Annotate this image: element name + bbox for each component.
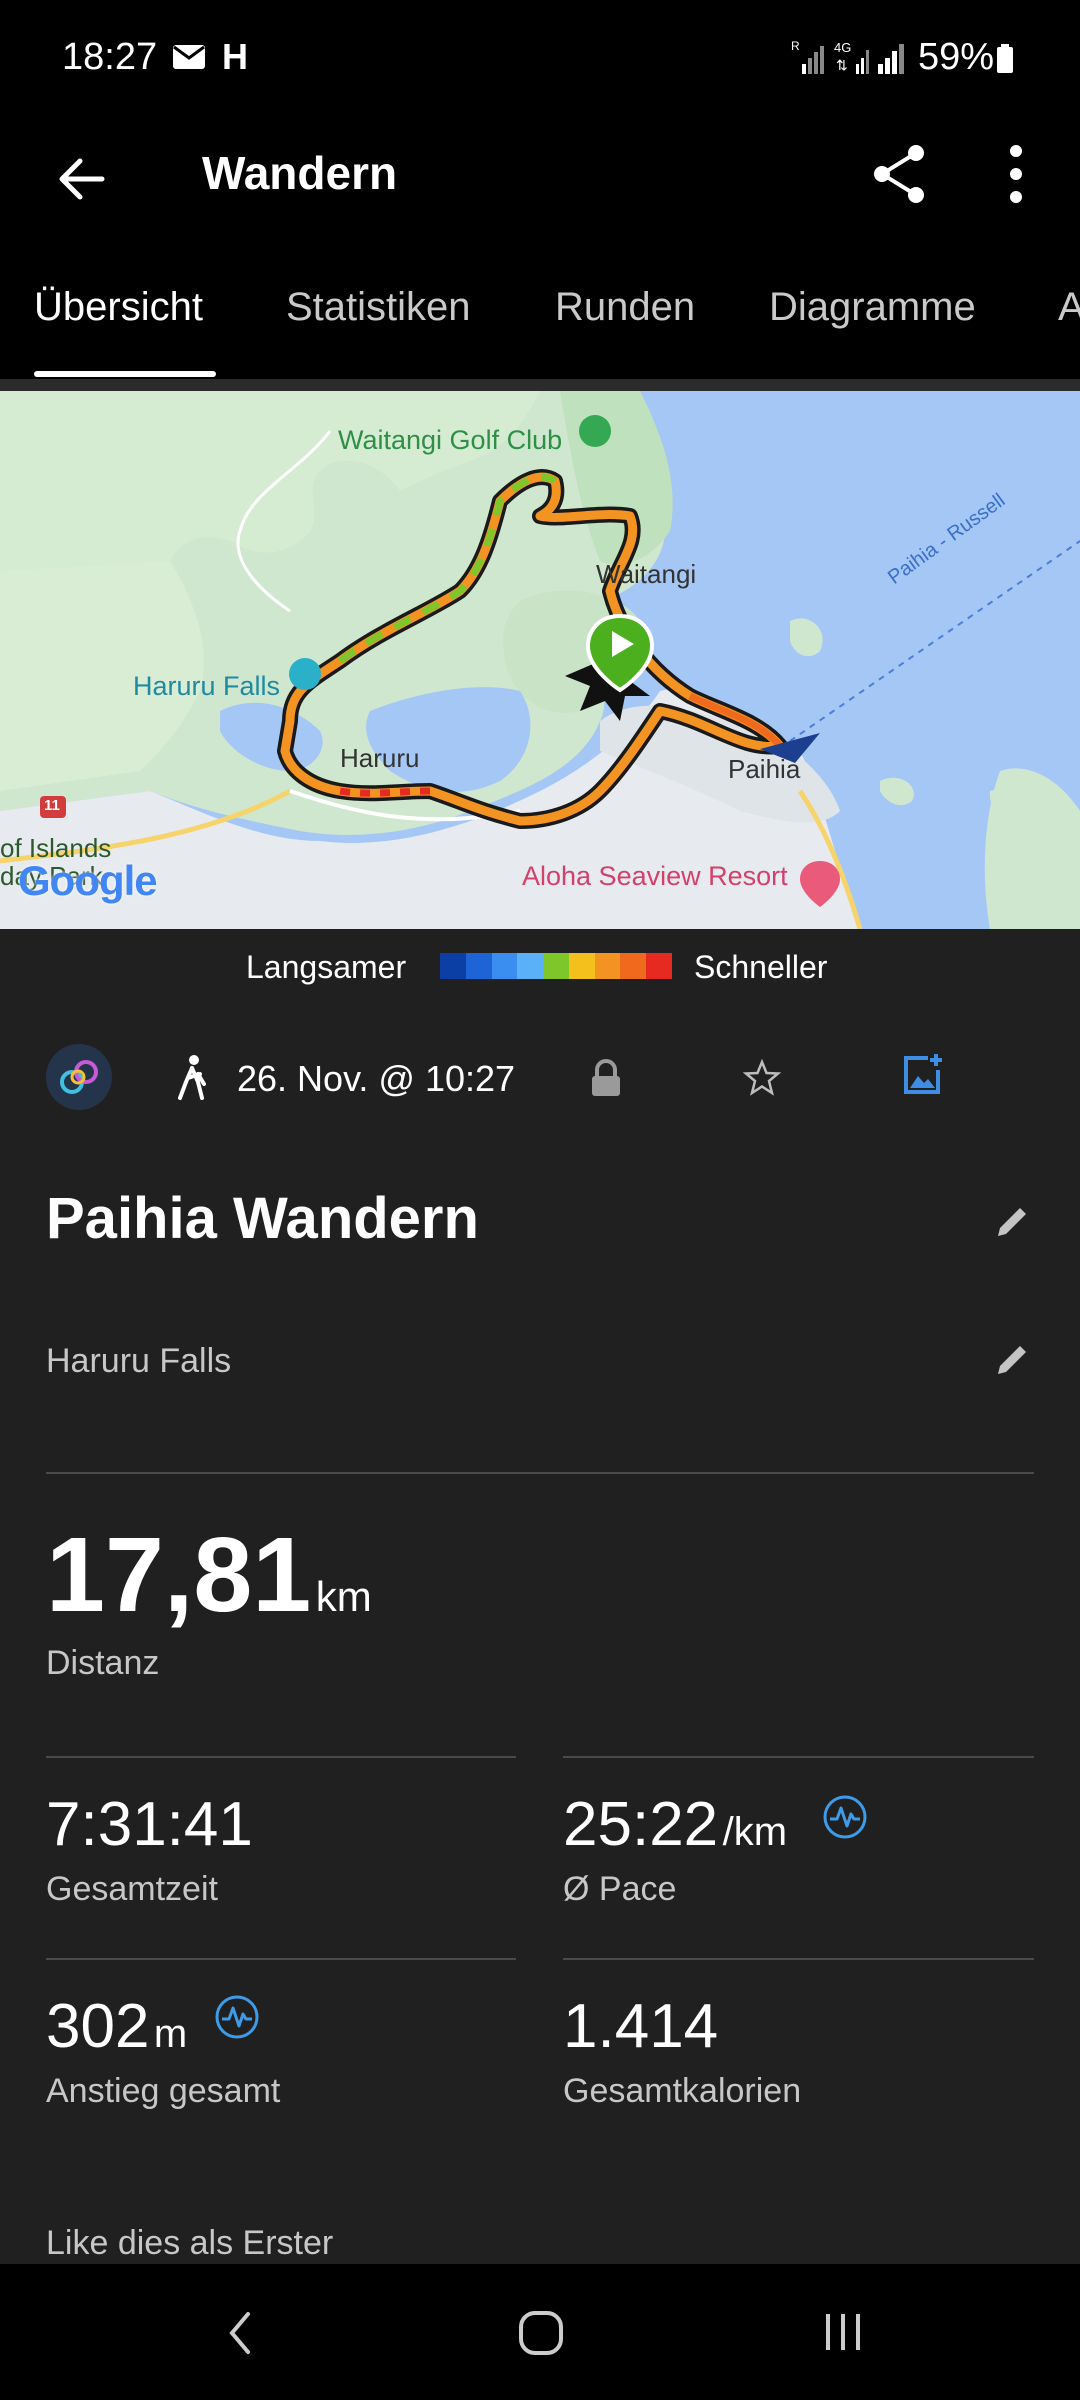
legend-swatch xyxy=(465,953,492,979)
active-tab-indicator xyxy=(34,371,216,377)
legend-swatch xyxy=(440,953,466,979)
signal-strength-icon xyxy=(878,44,904,74)
map-canvas xyxy=(0,391,1080,929)
status-time: 18:27 xyxy=(62,36,158,78)
hiking-icon xyxy=(178,1055,206,1100)
svg-text:⇅: ⇅ xyxy=(836,57,848,73)
lock-icon[interactable] xyxy=(588,1058,624,1098)
tab-bar: Übersicht Statistiken Runden Diagramme A xyxy=(0,255,1080,379)
tab-more[interactable]: A xyxy=(1058,285,1080,330)
map-label-resort: Aloha Seaview Resort xyxy=(522,861,788,891)
page-title: Wandern xyxy=(202,147,398,199)
add-photo-icon[interactable] xyxy=(902,1052,944,1096)
share-icon[interactable] xyxy=(868,139,932,209)
legend-color-scale xyxy=(440,953,673,979)
ascent-unit: m xyxy=(153,2012,188,2056)
distance-stat: 17,81 km xyxy=(46,1522,372,1628)
route-map[interactable]: Waitangi Golf Club Haruru Falls Waitangi… xyxy=(0,391,1080,929)
distance-value: 17,81 xyxy=(46,1516,312,1634)
pace-unit: /km xyxy=(722,1810,788,1854)
pace-label: Ø Pace xyxy=(563,1870,677,1908)
map-label-waitangi: Waitangi xyxy=(596,559,697,589)
calories-value: 1.414 xyxy=(563,1992,719,2061)
activity-title: Paihia Wandern xyxy=(46,1186,479,1251)
like-prompt[interactable]: Like dies als Erster xyxy=(46,2224,333,2263)
legend-swatch xyxy=(491,953,518,979)
mail-icon xyxy=(173,45,205,69)
nav-recents-icon[interactable] xyxy=(820,2310,866,2354)
total-time-value: 7:31:41 xyxy=(46,1790,253,1859)
legend-swatch xyxy=(646,953,673,979)
network-type-icon: H xyxy=(222,36,248,77)
legend-swatch xyxy=(543,953,569,979)
battery-percent: 59% xyxy=(918,36,995,78)
4g-signal-icon: 4G ⇅ xyxy=(834,40,869,74)
legend-swatch xyxy=(594,953,621,979)
nav-back-icon[interactable] xyxy=(222,2308,258,2358)
distance-unit: km xyxy=(315,1573,372,1620)
svg-text:R: R xyxy=(791,39,800,53)
more-options-icon[interactable] xyxy=(996,139,1036,209)
pace-value: 25:22 xyxy=(563,1790,719,1859)
activity-location: Haruru Falls xyxy=(46,1342,232,1380)
google-logo: Google xyxy=(18,857,158,904)
ascent-value: 302 xyxy=(46,1992,150,2061)
map-road-number: 11 xyxy=(44,797,60,814)
pace-chart-icon[interactable] xyxy=(822,1794,868,1840)
divider xyxy=(46,1756,516,1758)
calories-label: Gesamtkalorien xyxy=(563,2072,802,2110)
app-bar: Wandern xyxy=(0,125,1080,255)
linked-rings-icon xyxy=(60,1060,98,1094)
nav-home-icon[interactable] xyxy=(516,2308,566,2358)
system-nav-bar xyxy=(0,2264,1080,2400)
legend-faster: Schneller xyxy=(694,949,828,985)
connect-app-avatar[interactable] xyxy=(46,1044,112,1110)
divider xyxy=(46,1472,1034,1474)
battery-icon xyxy=(997,44,1013,73)
edit-location-pencil-icon[interactable] xyxy=(992,1340,1032,1380)
svg-text:4G: 4G xyxy=(834,40,851,55)
map-label-falls: Haruru Falls xyxy=(133,671,281,701)
pace-legend: Langsamer Schneller xyxy=(0,929,1080,1009)
tab-overview[interactable]: Übersicht xyxy=(34,285,203,330)
tab-statistics[interactable]: Statistiken xyxy=(286,285,471,330)
tab-laps[interactable]: Runden xyxy=(555,285,695,330)
map-label-paihia: Paihia xyxy=(728,754,801,784)
activity-datetime: 26. Nov. @ 10:27 xyxy=(237,1058,516,1099)
divider xyxy=(563,1756,1034,1758)
total-time-label: Gesamtzeit xyxy=(46,1870,218,1908)
legend-swatch xyxy=(620,953,647,979)
map-label-golf: Waitangi Golf Club xyxy=(338,425,563,455)
ascent-stat: 302 m xyxy=(46,1996,187,2058)
legend-swatch xyxy=(568,953,595,979)
status-bar: 18:27 H R 4G ⇅ 59% xyxy=(0,0,1080,125)
back-arrow-icon[interactable] xyxy=(52,149,112,209)
tab-divider xyxy=(0,379,1080,391)
legend-slower: Langsamer xyxy=(246,949,407,985)
distance-label: Distanz xyxy=(46,1644,160,1682)
map-label-haruru: Haruru xyxy=(340,743,420,773)
signal-icon: R xyxy=(791,39,824,74)
star-icon[interactable] xyxy=(742,1058,782,1098)
divider xyxy=(46,1958,516,1960)
elevation-chart-icon[interactable] xyxy=(214,1994,260,2040)
legend-swatch xyxy=(517,953,544,979)
edit-title-pencil-icon[interactable] xyxy=(992,1202,1032,1242)
pace-stat: 25:22 /km xyxy=(563,1794,787,1856)
divider xyxy=(563,1958,1034,1960)
ascent-label: Anstieg gesamt xyxy=(46,2072,281,2110)
tab-charts[interactable]: Diagramme xyxy=(769,285,976,330)
